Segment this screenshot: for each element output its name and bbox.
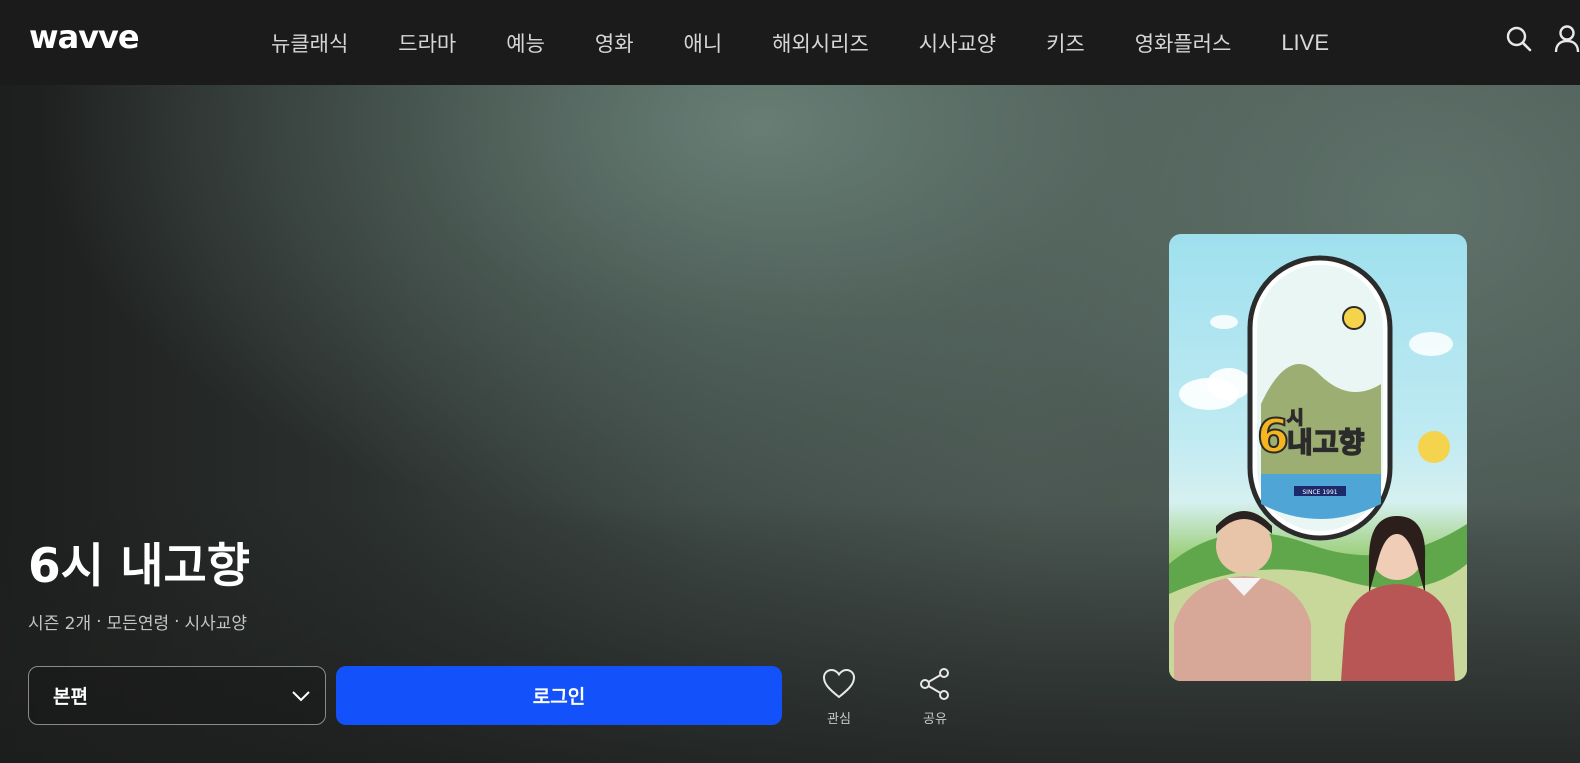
poster-logo-text: 내고향	[1287, 426, 1365, 459]
meta-separator: ·	[174, 611, 180, 632]
like-button[interactable]: 관심	[821, 666, 857, 727]
poster-logo-number: 6	[1257, 409, 1289, 463]
top-navigation-bar: wavve 뉴클래식 드라마 예능 영화 애니 해외시리즈 시사교양 키즈 영화…	[0, 0, 1580, 85]
poster-since-text: SINCE 1991	[1302, 489, 1337, 496]
chevron-down-icon	[292, 690, 310, 701]
program-meta: 시즌 2개 · 모든연령 · 시사교양	[28, 609, 248, 635]
nav-item-anime[interactable]: 애니	[684, 28, 723, 58]
nav-item-variety[interactable]: 예능	[506, 28, 545, 58]
login-button[interactable]: 로그인	[336, 666, 782, 725]
nav-item-drama[interactable]: 드라마	[398, 28, 456, 58]
nav-item-live[interactable]: LIVE	[1281, 30, 1329, 56]
share-button[interactable]: 공유	[917, 666, 953, 727]
nav-item-movie-plus[interactable]: 영화플러스	[1135, 28, 1232, 58]
wavve-logo[interactable]: wavve	[29, 18, 140, 56]
meta-separator: ·	[96, 611, 102, 632]
program-title: 6시 내고향	[28, 539, 251, 594]
episode-type-select[interactable]: 본편	[28, 666, 326, 725]
episode-type-label: 본편	[53, 686, 88, 708]
share-label: 공유	[923, 712, 947, 727]
header-icons	[1504, 24, 1580, 54]
nav-item-new-classic[interactable]: 뉴클래식	[271, 28, 348, 58]
meta-rating: 모든연령	[106, 614, 170, 634]
user-icon[interactable]	[1554, 24, 1580, 54]
poster-artwork: SINCE 1991 6 시 내고향	[1169, 255, 1467, 681]
nav-item-current-affairs[interactable]: 시사교양	[919, 28, 996, 58]
meta-seasons: 시즌 2개	[28, 614, 92, 634]
program-poster[interactable]: SINCE 1991 6 시 내고향	[1169, 234, 1467, 681]
nav-item-kids[interactable]: 키즈	[1046, 28, 1085, 58]
nav-item-movie[interactable]: 영화	[595, 28, 634, 58]
search-icon[interactable]	[1504, 24, 1534, 54]
nav-item-foreign-series[interactable]: 해외시리즈	[772, 28, 869, 58]
heart-icon	[822, 668, 856, 699]
like-label: 관심	[827, 712, 851, 727]
meta-genre: 시사교양	[184, 614, 248, 634]
share-icon	[920, 668, 949, 700]
main-nav: 뉴클래식 드라마 예능 영화 애니 해외시리즈 시사교양 키즈 영화플러스 LI…	[271, 0, 1379, 85]
